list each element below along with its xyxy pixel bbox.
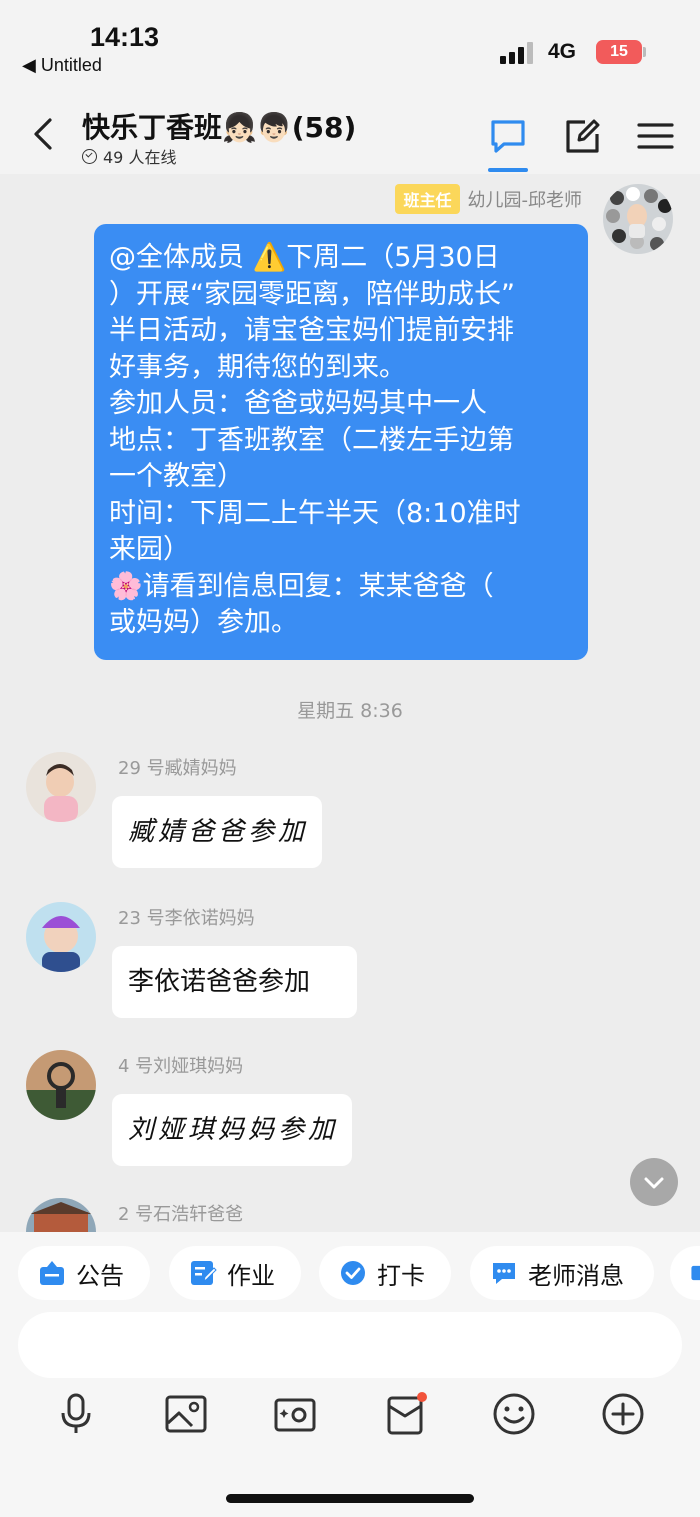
more-quick-action-icon	[691, 1265, 700, 1281]
avatar-image	[26, 752, 96, 822]
battery-level: 15	[610, 43, 628, 60]
teacher-message-button[interactable]: 老师消息	[470, 1246, 654, 1300]
message-line: ）开展“家园零距离，陪伴助成长”	[109, 278, 515, 310]
message-line: 🌸请看到信息回复：某某爸爸（	[109, 570, 494, 602]
input-toolbar	[0, 1392, 700, 1442]
teacher-message-icon	[493, 1263, 515, 1284]
avatar-image	[603, 184, 673, 254]
chip-label: 作业	[227, 1261, 275, 1290]
network-type: 4G	[548, 40, 577, 63]
sender-name: 4 号刘娅琪妈妈	[118, 1056, 244, 1077]
signal-icon	[500, 42, 533, 64]
battery-tip	[643, 47, 646, 57]
chat-header: 快乐丁香班👧🏻👦🏻(58) 49 人在线	[0, 88, 700, 174]
camera-icon[interactable]	[273, 1392, 317, 1436]
plus-icon[interactable]	[601, 1392, 645, 1436]
chip-label: 老师消息	[528, 1261, 624, 1290]
scroll-to-bottom-button[interactable]	[630, 1158, 678, 1206]
status-bar: 14:13 ◀ Untitled 4G 15	[0, 0, 700, 88]
message-line: 地点：丁香班教室（二楼左手边第	[109, 424, 514, 456]
member-avatar[interactable]	[26, 902, 96, 972]
message-input[interactable]	[18, 1312, 682, 1378]
message-line: 参加人员：爸爸或妈妈其中一人	[109, 388, 487, 419]
checkin-icon	[341, 1261, 365, 1285]
red-packet-icon[interactable]	[383, 1392, 427, 1436]
member-avatar[interactable]	[26, 1050, 96, 1120]
avatar-image	[26, 1198, 96, 1232]
battery-icon: 15	[596, 40, 642, 64]
message-line: 时间：下周二上午半天（8:10准时	[109, 497, 521, 529]
online-count: 49 人在线	[82, 144, 176, 168]
microphone-icon[interactable]	[54, 1392, 98, 1436]
member-avatar[interactable]	[26, 1198, 96, 1232]
reply-bubble[interactable]: 刘娅琪妈妈参加	[112, 1094, 352, 1166]
message-line: 一个教室）	[109, 461, 244, 492]
message-timestamp: 星期五 8:36	[297, 700, 403, 722]
back-to-app-link[interactable]: ◀ Untitled	[22, 55, 102, 76]
checkin-button[interactable]: 打卡	[319, 1246, 451, 1300]
role-badge: 班主任	[395, 184, 460, 214]
home-indicator[interactable]	[226, 1494, 474, 1503]
active-tab-indicator	[488, 168, 528, 172]
chat-icon[interactable]	[488, 116, 528, 156]
sender-name: 幼儿园-邱老师	[467, 190, 583, 211]
more-quick-action-button[interactable]	[670, 1246, 700, 1300]
announcement-button[interactable]: 公告	[18, 1246, 150, 1300]
sender-name: 29 号臧婧妈妈	[118, 758, 237, 779]
message-line: 半日活动，请宝爸宝妈们提前安排	[109, 315, 514, 346]
homework-icon	[191, 1261, 217, 1285]
quick-action-bar: 公告 作业 打卡 老师消息	[0, 1246, 700, 1300]
teacher-avatar[interactable]	[603, 184, 673, 254]
avatar-image	[26, 1050, 96, 1120]
sender-name: 2 号石浩轩爸爸	[118, 1204, 244, 1225]
chip-label: 公告	[76, 1261, 124, 1290]
teacher-meta: 班主任 幼儿园-邱老师	[395, 184, 582, 214]
group-title: 快乐丁香班👧🏻👦🏻(58)	[82, 111, 357, 144]
announcement-icon	[40, 1261, 64, 1285]
image-icon[interactable]	[164, 1392, 208, 1436]
homework-button[interactable]: 作业	[169, 1246, 301, 1300]
message-line: 好事务，期待您的到来。	[109, 351, 406, 383]
message-line: 或妈妈）参加。	[109, 607, 298, 638]
chevron-down-icon	[644, 1177, 664, 1189]
reply-bubble[interactable]: 李依诺爸爸参加	[112, 946, 357, 1018]
back-chevron-icon[interactable]	[28, 116, 60, 152]
edit-icon[interactable]	[563, 116, 603, 156]
reply-bubble[interactable]: 臧婧爸爸参加	[112, 796, 322, 868]
emoji-icon[interactable]	[492, 1392, 536, 1436]
clock: 14:13	[90, 22, 160, 52]
online-count-label: 49 人在线	[103, 148, 177, 167]
avatar-image	[26, 902, 96, 972]
message-line: @全体成员 ⚠️下周二（5月30日	[109, 242, 500, 273]
menu-icon[interactable]	[636, 116, 676, 156]
input-panel: 公告 作业 打卡 老师消息	[0, 1232, 700, 1517]
announcement-bubble[interactable]: @全体成员 ⚠️下周二（5月30日 ）开展“家园零距离，陪伴助成长” 半日活动，…	[94, 224, 588, 660]
chip-label: 打卡	[377, 1261, 425, 1290]
notification-dot	[417, 1392, 427, 1402]
message-line: 来园）	[109, 534, 190, 565]
sender-name: 23 号李依诺妈妈	[118, 908, 255, 929]
member-avatar[interactable]	[26, 752, 96, 822]
online-check-icon	[82, 148, 97, 164]
